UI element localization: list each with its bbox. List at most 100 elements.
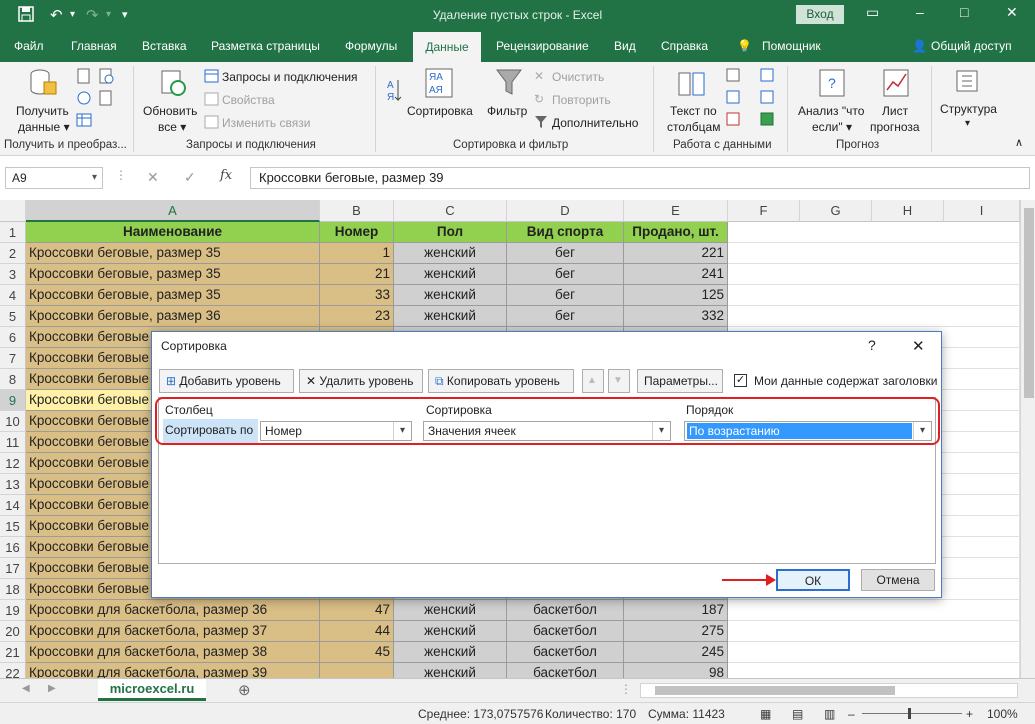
refresh-all-label[interactable]: Обновить xyxy=(143,104,197,118)
outline-button[interactable]: Структура xyxy=(940,102,997,116)
table-cell[interactable]: 23 xyxy=(320,306,394,327)
table-cell[interactable]: 125 xyxy=(624,285,728,306)
tab-review[interactable]: Рецензирование xyxy=(496,39,589,53)
tab-data[interactable]: Данные xyxy=(413,32,481,62)
table-cell[interactable]: женский xyxy=(394,663,507,678)
flash-fill-icon[interactable] xyxy=(726,68,740,85)
table-cell[interactable]: 33 xyxy=(320,285,394,306)
outline-dropdown-icon[interactable]: ▾ xyxy=(965,118,970,129)
table-cell[interactable] xyxy=(320,663,394,678)
get-data-label-2[interactable]: данные ▾ xyxy=(18,120,70,134)
consolidate-icon[interactable] xyxy=(760,68,774,85)
next-sheet-icon[interactable]: ▶ xyxy=(48,683,56,694)
insert-function-icon[interactable]: fx xyxy=(220,168,232,183)
text-to-columns-label-2[interactable]: столбцам xyxy=(667,120,720,134)
add-level-button[interactable]: ⊞ Добавить уровень xyxy=(159,369,294,393)
column-header[interactable]: E xyxy=(624,200,728,222)
tab-formulas[interactable]: Формулы xyxy=(345,39,397,53)
row-header[interactable]: 4 xyxy=(0,285,26,306)
table-header-cell[interactable]: Пол xyxy=(394,222,507,243)
ribbon-display-options-icon[interactable]: ▭ xyxy=(866,4,879,21)
row-header[interactable]: 20 xyxy=(0,621,26,642)
row-header[interactable]: 13 xyxy=(0,474,26,495)
column-header[interactable]: B xyxy=(320,200,394,222)
prev-sheet-icon[interactable]: ◀ xyxy=(22,683,30,694)
zoom-slider[interactable] xyxy=(862,713,962,714)
row-header[interactable]: 5 xyxy=(0,306,26,327)
empty-cells[interactable] xyxy=(728,663,1020,678)
zoom-out-icon[interactable]: – xyxy=(848,707,855,721)
row-header[interactable]: 18 xyxy=(0,579,26,600)
filter-button[interactable]: Фильтр xyxy=(487,104,527,118)
collapse-ribbon-icon[interactable]: ∧ xyxy=(1015,136,1023,149)
table-cell[interactable]: Кроссовки для баскетбола, размер 38 xyxy=(26,642,320,663)
scrollbar-thumb[interactable] xyxy=(1024,208,1034,398)
table-cell[interactable]: Кроссовки беговые, размер 36 xyxy=(26,306,320,327)
filter-icon[interactable] xyxy=(496,68,522,101)
row-header[interactable]: 1 xyxy=(0,222,26,243)
table-cell[interactable]: 245 xyxy=(624,642,728,663)
table-cell[interactable]: 98 xyxy=(624,663,728,678)
what-if-label-2[interactable]: если" ▾ xyxy=(812,120,852,134)
column-header[interactable]: F xyxy=(728,200,800,222)
page-layout-view-icon[interactable]: ▤ xyxy=(792,707,803,721)
refresh-all-icon[interactable] xyxy=(158,68,188,101)
database-icon[interactable] xyxy=(28,68,58,101)
table-header-cell[interactable]: Продано, шт. xyxy=(624,222,728,243)
help-icon[interactable]: ? xyxy=(868,337,876,353)
from-text-icon[interactable] xyxy=(76,68,92,87)
headers-checkbox[interactable]: ✓ xyxy=(734,374,747,387)
table-cell[interactable]: женский xyxy=(394,306,507,327)
table-cell[interactable]: бег xyxy=(507,243,624,264)
table-cell[interactable]: 44 xyxy=(320,621,394,642)
queries-icon[interactable] xyxy=(204,69,219,86)
name-box-dropdown-icon[interactable]: ▾ xyxy=(92,168,97,188)
row-header[interactable]: 22 xyxy=(0,663,26,678)
data-validation-icon[interactable] xyxy=(726,112,740,129)
forecast-label-2[interactable]: прогноза xyxy=(870,120,920,134)
row-header[interactable]: 3 xyxy=(0,264,26,285)
formula-input[interactable]: Кроссовки беговые, размер 39 xyxy=(250,167,1030,189)
tab-view[interactable]: Вид xyxy=(614,39,636,53)
from-table-icon[interactable] xyxy=(76,112,92,131)
table-cell[interactable]: бег xyxy=(507,264,624,285)
column-header[interactable]: H xyxy=(872,200,944,222)
column-header[interactable]: G xyxy=(800,200,872,222)
empty-cells[interactable] xyxy=(728,642,1020,663)
close-window-icon[interactable]: ✕ xyxy=(1006,4,1018,21)
horizontal-scrollbar[interactable] xyxy=(640,683,1018,698)
table-header-cell[interactable]: Номер xyxy=(320,222,394,243)
page-break-view-icon[interactable]: ▥ xyxy=(824,707,835,721)
select-all-corner[interactable] xyxy=(0,200,26,222)
column-header[interactable]: I xyxy=(944,200,1020,222)
tab-insert[interactable]: Вставка xyxy=(142,39,187,53)
sort-button[interactable]: Сортировка xyxy=(407,104,473,118)
table-cell[interactable]: бег xyxy=(507,285,624,306)
data-model-icon[interactable] xyxy=(760,112,774,129)
table-cell[interactable]: Кроссовки беговые, размер 35 xyxy=(26,285,320,306)
get-data-label[interactable]: Получить xyxy=(16,104,69,118)
name-box[interactable]: A9 ▾ xyxy=(5,167,103,189)
column-header[interactable]: C xyxy=(394,200,507,222)
from-web-icon[interactable] xyxy=(76,90,92,109)
enter-icon[interactable]: ✓ xyxy=(184,169,196,186)
table-cell[interactable]: 332 xyxy=(624,306,728,327)
table-cell[interactable]: Кроссовки для баскетбола, размер 36 xyxy=(26,600,320,621)
share-button[interactable]: Общий доступ xyxy=(931,39,1012,53)
row-header[interactable]: 19 xyxy=(0,600,26,621)
sort-icon[interactable]: ЯА АЯ xyxy=(425,68,453,101)
text-to-columns-label[interactable]: Текст по xyxy=(670,104,717,118)
table-cell[interactable]: баскетбол xyxy=(507,621,624,642)
vertical-scrollbar[interactable] xyxy=(1020,200,1035,678)
forecast-sheet-icon[interactable] xyxy=(882,68,910,101)
table-cell[interactable]: 1 xyxy=(320,243,394,264)
table-cell[interactable]: баскетбол xyxy=(507,600,624,621)
table-cell[interactable]: 21 xyxy=(320,264,394,285)
queries-connections-button[interactable]: Запросы и подключения xyxy=(222,70,358,84)
move-up-button[interactable]: ▲ xyxy=(582,369,604,393)
tab-home[interactable]: Главная xyxy=(71,39,117,53)
empty-cells[interactable] xyxy=(728,264,1020,285)
zoom-in-icon[interactable]: + xyxy=(966,707,973,721)
cancel-entry-icon[interactable]: ✕ xyxy=(147,169,159,186)
advanced-button[interactable]: Дополнительно xyxy=(552,116,638,130)
